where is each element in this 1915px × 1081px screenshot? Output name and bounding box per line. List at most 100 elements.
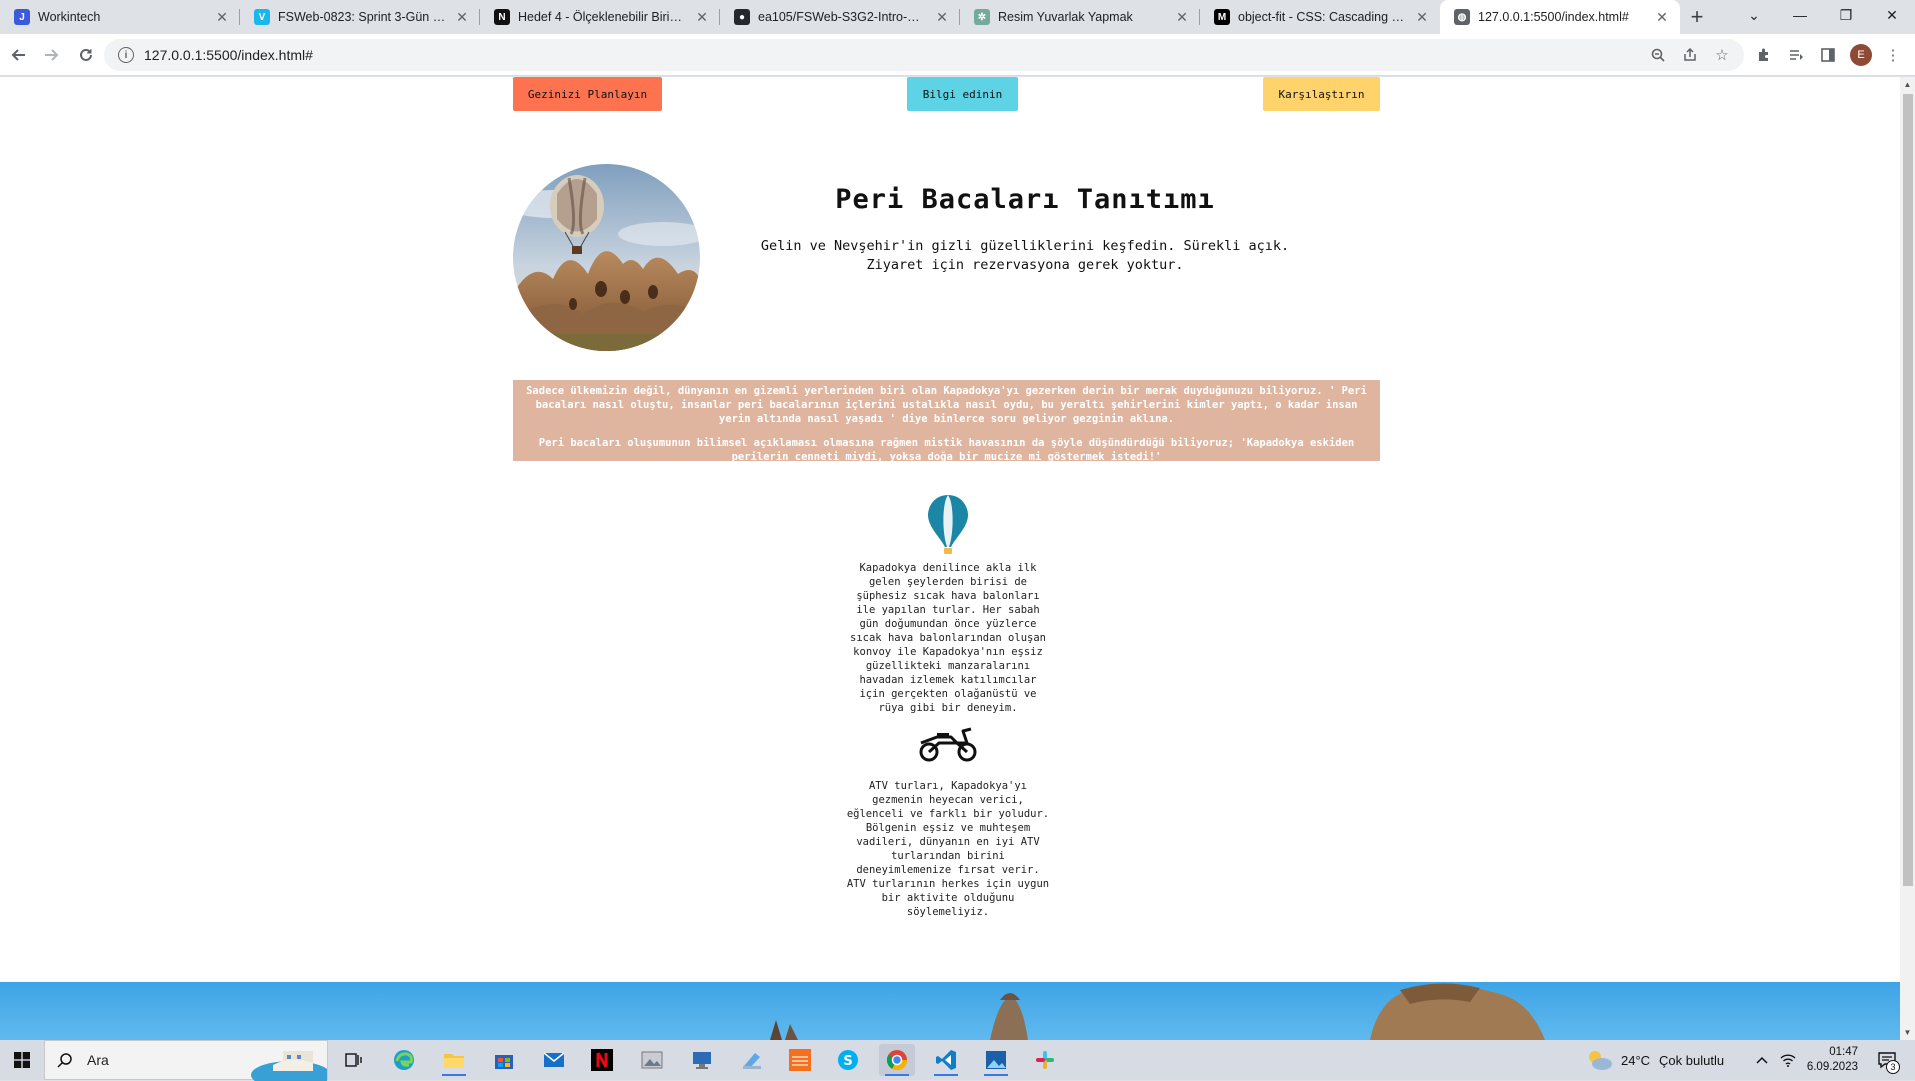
tab-title: Resim Yuvarlak Yapmak xyxy=(998,10,1133,24)
share-icon[interactable] xyxy=(1676,39,1704,71)
extensions-puzzle-icon[interactable] xyxy=(1748,39,1780,71)
windows-taskbar: Ara S 24°C Çok bulutlu 01:47 6.09.2023 3 xyxy=(0,1040,1915,1081)
globe-icon: ◍ xyxy=(1454,9,1470,25)
weather-description: Çok bulutlu xyxy=(1659,1052,1725,1068)
footer-banner-image xyxy=(0,982,1900,1040)
partly-cloudy-icon xyxy=(1589,1051,1612,1070)
scrollbar-thumb[interactable] xyxy=(1903,94,1913,886)
sound-app-icon[interactable] xyxy=(782,1044,818,1076)
tab-title: ea105/FSWeb-S3G2-Intro-CSS xyxy=(758,10,928,24)
close-tab-icon[interactable]: ✕ xyxy=(1414,9,1430,25)
skype-icon[interactable]: S xyxy=(830,1044,866,1076)
url-text: 127.0.0.1:5500/index.html# xyxy=(144,47,313,63)
cappadocia-hero-image xyxy=(513,164,700,351)
media-queue-icon[interactable] xyxy=(1780,39,1812,71)
browser-tab[interactable]: Mobject-fit - CSS: Cascading Style ✕ xyxy=(1200,0,1440,34)
notification-count-badge: 3 xyxy=(1886,1060,1900,1074)
menu-kebab-icon[interactable]: ⋮ xyxy=(1877,39,1909,71)
tab-strip: J Workintech ✕ V FSWeb-0823: Sprint 3-Gün 1 … xyxy=(0,0,1915,34)
tab-search-icon[interactable]: ⌄ xyxy=(1731,0,1777,30)
browser-tab[interactable]: V FSWeb-0823: Sprint 3-Gün 1 Etü ✕ xyxy=(240,0,480,34)
wifi-icon[interactable] xyxy=(1778,1040,1798,1080)
search-icon xyxy=(57,1053,72,1068)
remote-desktop-icon[interactable] xyxy=(684,1044,720,1076)
side-panel-icon[interactable] xyxy=(1812,39,1844,71)
chrome-icon[interactable] xyxy=(879,1044,915,1076)
compare-button[interactable]: Karşılaştırın xyxy=(1263,77,1380,111)
tray-chevron-up-icon[interactable] xyxy=(1752,1040,1772,1080)
taskbar-search-box[interactable]: Ara xyxy=(44,1040,328,1081)
svg-text:S: S xyxy=(843,1054,852,1069)
address-bar[interactable]: i 127.0.0.1:5500/index.html# ☆ xyxy=(104,39,1744,71)
feature-balloon-text: Kapadokya denilince akla ilk gelen şeyle… xyxy=(850,562,1046,714)
netflix-icon[interactable] xyxy=(584,1044,620,1076)
hot-air-balloon-icon xyxy=(928,495,968,554)
photos-app-icon[interactable] xyxy=(634,1044,670,1076)
intro-paragraph-2: Peri bacaları oluşumunun bilimsel açıkla… xyxy=(538,437,1355,463)
mdn-icon: M xyxy=(1214,9,1230,25)
notification-center-icon[interactable]: 3 xyxy=(1872,1040,1902,1080)
reload-icon[interactable] xyxy=(70,39,102,71)
workintech-icon: J xyxy=(14,9,30,25)
minimize-button[interactable]: — xyxy=(1777,0,1823,30)
search-highlight-image xyxy=(251,1051,327,1081)
profile-avatar[interactable]: E xyxy=(1845,39,1877,71)
weather-temperature: 24°C xyxy=(1621,1052,1651,1068)
windows-start-icon[interactable] xyxy=(0,1040,44,1080)
snipping-tool-icon[interactable] xyxy=(734,1044,770,1076)
edge-browser-icon[interactable] xyxy=(386,1044,422,1076)
clock[interactable]: 01:47 6.09.2023 xyxy=(1806,1040,1858,1080)
learn-more-button[interactable]: Bilgi edinin xyxy=(907,77,1018,111)
browser-tab[interactable]: J Workintech ✕ xyxy=(0,0,240,34)
weather-widget[interactable]: 24°C Çok bulutlu xyxy=(1585,1040,1724,1080)
site-info-icon[interactable]: i xyxy=(118,47,134,63)
clock-date: 6.09.2023 xyxy=(1806,1061,1858,1073)
page-viewport: Gezinizi Planlayın Bilgi edinin Karşılaş… xyxy=(0,77,1915,1040)
mail-icon[interactable] xyxy=(536,1044,572,1076)
clock-time: 01:47 xyxy=(1829,1046,1858,1058)
feature-balloon-tours: Kapadokya denilince akla ilk gelen şeyle… xyxy=(844,493,1052,715)
close-tab-icon[interactable]: ✕ xyxy=(454,9,470,25)
close-tab-icon[interactable]: ✕ xyxy=(214,9,230,25)
close-tab-icon[interactable]: ✕ xyxy=(1174,9,1190,25)
bookmark-star-icon[interactable]: ☆ xyxy=(1708,39,1736,71)
maximize-button[interactable]: ❐ xyxy=(1823,0,1869,30)
task-view-icon[interactable] xyxy=(336,1044,372,1076)
scroll-up-arrow-icon[interactable]: ▲ xyxy=(1900,77,1915,92)
tab-title: Workintech xyxy=(38,10,101,24)
intro-box: Sadece ülkemizin değil, dünyanın en gize… xyxy=(513,380,1380,463)
zoom-icon[interactable] xyxy=(1644,39,1672,71)
plan-trip-button[interactable]: Gezinizi Planlayın xyxy=(513,77,662,111)
close-tab-icon[interactable]: ✕ xyxy=(694,9,710,25)
browser-toolbar: i 127.0.0.1:5500/index.html# ☆ E ⋮ xyxy=(0,34,1915,76)
browser-tab[interactable]: ● ea105/FSWeb-S3G2-Intro-CSS ✕ xyxy=(720,0,960,34)
web-page: Gezinizi Planlayın Bilgi edinin Karşılaş… xyxy=(0,77,1900,1040)
forward-arrow-icon[interactable] xyxy=(36,39,68,71)
file-explorer-icon[interactable] xyxy=(436,1044,472,1076)
feature-atv-text: ATV turları, Kapadokya'yı gezmenin heyec… xyxy=(846,780,1050,918)
chatgpt-icon: ✲ xyxy=(974,9,990,25)
page-title: Peri Bacaları Tanıtımı xyxy=(835,184,1215,215)
github-icon: ● xyxy=(734,9,750,25)
microsoft-store-icon[interactable] xyxy=(486,1044,522,1076)
photo-viewer-icon[interactable] xyxy=(978,1044,1014,1076)
close-tab-icon[interactable]: ✕ xyxy=(1654,9,1670,25)
new-tab-button[interactable]: + xyxy=(1680,0,1714,34)
page-scrollbar[interactable]: ▲ ▼ xyxy=(1900,77,1915,1040)
feature-atv-tours: ATV turları, Kapadokya'yı gezmenin heyec… xyxy=(844,723,1052,919)
browser-tab[interactable]: ✲ Resim Yuvarlak Yapmak ✕ xyxy=(960,0,1200,34)
browser-tab[interactable]: ◍ 127.0.0.1:5500/index.html# ✕ xyxy=(1440,0,1680,34)
vimeo-icon: V xyxy=(254,9,270,25)
search-placeholder: Ara xyxy=(87,1052,109,1068)
scroll-down-arrow-icon[interactable]: ▼ xyxy=(1900,1025,1915,1040)
close-window-button[interactable]: ✕ xyxy=(1869,0,1915,30)
notion-icon: N xyxy=(494,9,510,25)
slack-icon[interactable] xyxy=(1027,1044,1063,1076)
browser-tab[interactable]: N Hedef 4 - Ölçeklenebilir Birimler ✕ xyxy=(480,0,720,34)
close-tab-icon[interactable]: ✕ xyxy=(934,9,950,25)
tab-title: 127.0.0.1:5500/index.html# xyxy=(1478,10,1629,24)
tab-title: object-fit - CSS: Cascading Style xyxy=(1238,10,1408,24)
back-arrow-icon[interactable] xyxy=(2,39,34,71)
tab-title: FSWeb-0823: Sprint 3-Gün 1 Etü xyxy=(278,10,448,24)
vscode-icon[interactable] xyxy=(928,1044,964,1076)
